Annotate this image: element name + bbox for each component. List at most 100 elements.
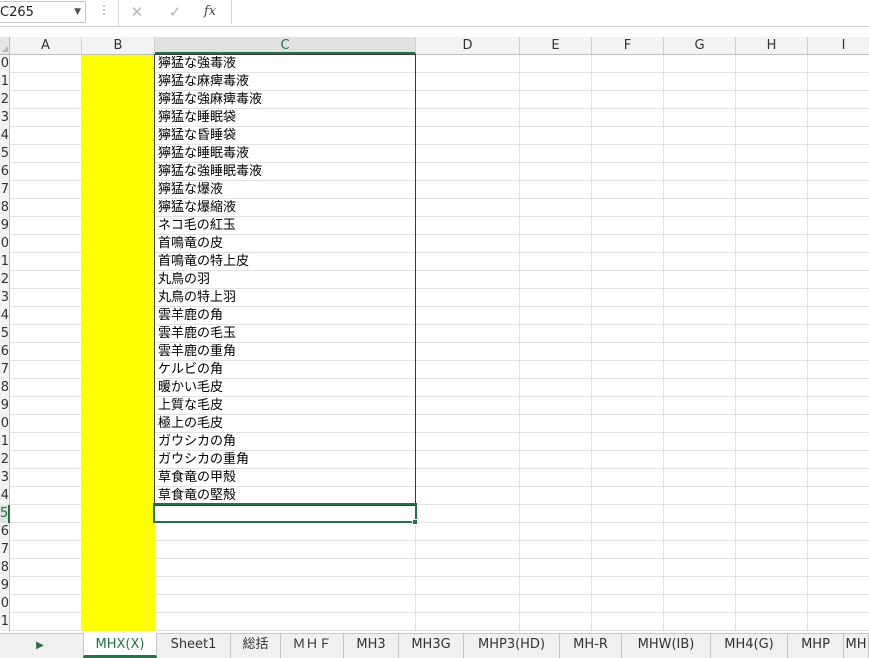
cell-c[interactable]	[155, 613, 416, 631]
cell-c[interactable]: 雲羊鹿の角	[155, 307, 416, 325]
cell-b[interactable]	[82, 415, 155, 433]
enter-icon[interactable]: ✓	[162, 1, 188, 23]
cell-a[interactable]	[10, 145, 82, 163]
more-options-icon[interactable]: ⋮	[98, 3, 110, 17]
cell-a[interactable]	[10, 343, 82, 361]
cell-a[interactable]	[10, 379, 82, 397]
column-header-i[interactable]: I	[808, 37, 869, 54]
column-header-c[interactable]: C	[155, 37, 416, 54]
row-header[interactable]: 6	[0, 343, 10, 361]
cell-a[interactable]	[10, 577, 82, 595]
row-header[interactable]: 5	[0, 145, 10, 163]
cell-a[interactable]	[10, 199, 82, 217]
cell-c[interactable]	[155, 577, 416, 595]
cell-a[interactable]	[10, 253, 82, 271]
cell-b[interactable]	[82, 199, 155, 217]
cell-b[interactable]	[82, 73, 155, 91]
row-header[interactable]: 8	[0, 199, 10, 217]
sheet-tab[interactable]: MHP	[788, 633, 844, 658]
cell-c[interactable]: 獰猛な睡眠袋	[155, 109, 416, 127]
cell-a[interactable]	[10, 73, 82, 91]
cell-b[interactable]	[82, 109, 155, 127]
cell-b[interactable]	[82, 181, 155, 199]
cell-b[interactable]	[82, 595, 155, 613]
cell-c[interactable]: 雲羊鹿の重角	[155, 343, 416, 361]
cell-c[interactable]: 丸鳥の羽	[155, 271, 416, 289]
row-header[interactable]: 7	[0, 181, 10, 199]
row-header[interactable]: 9	[0, 217, 10, 235]
cell-b[interactable]	[82, 613, 155, 631]
cell-c[interactable]: 暖かい毛皮	[155, 379, 416, 397]
cell-a[interactable]	[10, 541, 82, 559]
cell-b[interactable]	[82, 253, 155, 271]
row-header[interactable]: 2	[0, 271, 10, 289]
cell-b[interactable]	[82, 433, 155, 451]
sheet-tab[interactable]: MHW(IB)	[622, 633, 711, 658]
cell-a[interactable]	[10, 523, 82, 541]
triangle-right-icon[interactable]: ▶	[30, 638, 50, 654]
row-header[interactable]: 1	[0, 253, 10, 271]
cell-b[interactable]	[82, 271, 155, 289]
row-header[interactable]: 9	[0, 397, 10, 415]
cell-c[interactable]: 首鳴竜の特上皮	[155, 253, 416, 271]
cell-b[interactable]	[82, 325, 155, 343]
cell-a[interactable]	[10, 613, 82, 631]
row-header[interactable]: 1	[0, 613, 10, 631]
cell-a[interactable]	[10, 595, 82, 613]
row-header[interactable]: 6	[0, 163, 10, 181]
cell-b[interactable]	[82, 559, 155, 577]
column-header-g[interactable]: G	[664, 37, 736, 54]
cell-b[interactable]	[82, 55, 155, 73]
row-header[interactable]: 3	[0, 289, 10, 307]
cell-b[interactable]	[82, 487, 155, 505]
cell-c[interactable]: 獰猛な爆縮液	[155, 199, 416, 217]
row-header[interactable]: 4	[0, 127, 10, 145]
cell-b[interactable]	[82, 379, 155, 397]
cell-c[interactable]: 首鳴竜の皮	[155, 235, 416, 253]
cell-c[interactable]	[155, 595, 416, 613]
cell-c[interactable]: 極上の毛皮	[155, 415, 416, 433]
cell-c[interactable]: 獰猛な爆液	[155, 181, 416, 199]
row-header[interactable]: 2	[0, 91, 10, 109]
cell-b[interactable]	[82, 451, 155, 469]
cell-b[interactable]	[82, 145, 155, 163]
column-header-b[interactable]: B	[82, 37, 155, 54]
cell-b[interactable]	[82, 235, 155, 253]
cell-a[interactable]	[10, 361, 82, 379]
cell-b[interactable]	[82, 541, 155, 559]
row-header[interactable]: 2	[0, 451, 10, 469]
row-header[interactable]: 4	[0, 487, 10, 505]
cell-c[interactable]	[155, 523, 416, 541]
row-header[interactable]: 1	[0, 73, 10, 91]
select-all-button[interactable]	[0, 37, 10, 54]
cell-a[interactable]	[10, 397, 82, 415]
cell-a[interactable]	[10, 415, 82, 433]
cell-a[interactable]	[10, 433, 82, 451]
cell-b[interactable]	[82, 469, 155, 487]
row-header[interactable]: 5	[0, 505, 10, 523]
cell-c[interactable]: 獰猛な強麻痺毒液	[155, 91, 416, 109]
cell-c[interactable]: ネコ毛の紅玉	[155, 217, 416, 235]
cell-c[interactable]	[155, 541, 416, 559]
cell-b[interactable]	[82, 307, 155, 325]
sheet-tab[interactable]: 総括	[231, 633, 281, 658]
cell-c[interactable]: 獰猛な強睡眠毒液	[155, 163, 416, 181]
cell-a[interactable]	[10, 55, 82, 73]
cell-c[interactable]: 上質な毛皮	[155, 397, 416, 415]
row-header[interactable]: 3	[0, 469, 10, 487]
cell-b[interactable]	[82, 127, 155, 145]
cell-c[interactable]: 獰猛な麻痺毒液	[155, 73, 416, 91]
row-header[interactable]: 0	[0, 235, 10, 253]
row-header[interactable]: 7	[0, 541, 10, 559]
sheet-tab[interactable]: MH-R	[560, 633, 622, 658]
row-header[interactable]: 6	[0, 523, 10, 541]
formula-input[interactable]	[231, 0, 869, 24]
cell-a[interactable]	[10, 91, 82, 109]
cell-a[interactable]	[10, 163, 82, 181]
cell-c[interactable]: ガウシカの角	[155, 433, 416, 451]
cell-a[interactable]	[10, 487, 82, 505]
cell-c[interactable]	[155, 505, 416, 523]
sheet-tab[interactable]: MH3	[344, 633, 399, 658]
sheet-tab[interactable]: MHP3(HD)	[464, 633, 560, 658]
cell-a[interactable]	[10, 469, 82, 487]
